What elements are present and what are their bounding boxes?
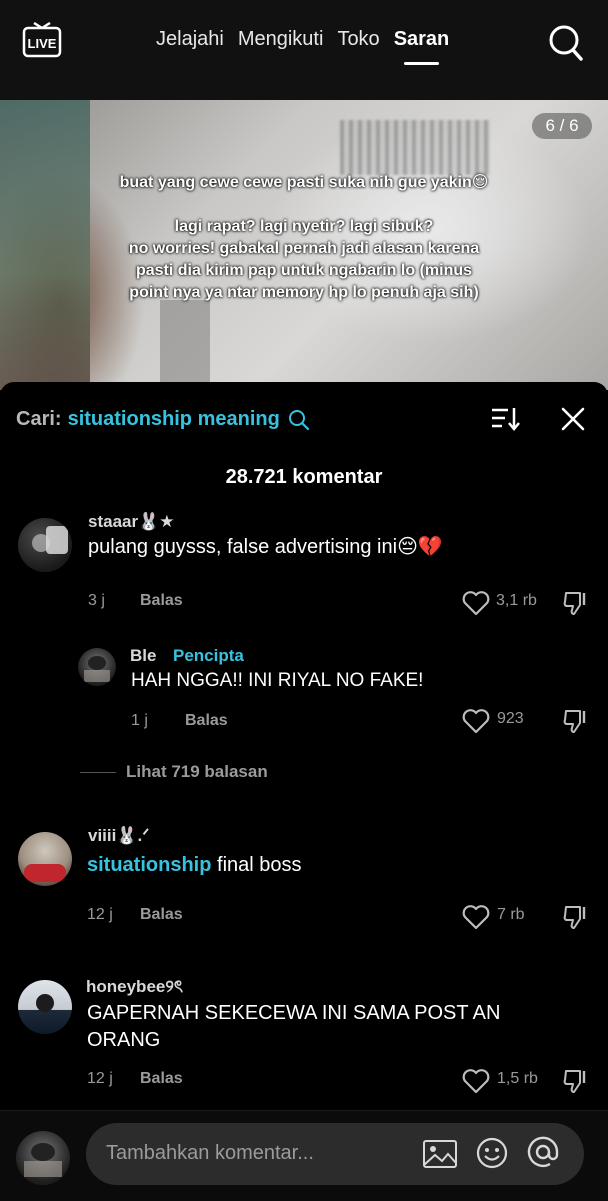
search-mini-icon[interactable] bbox=[288, 409, 310, 431]
reply-button[interactable]: Balas bbox=[140, 906, 183, 924]
tab-jelajahi[interactable]: Jelajahi bbox=[156, 28, 224, 51]
reply-button[interactable]: Balas bbox=[185, 712, 228, 730]
comment-item: viiii🐰.ᐟ situationship final boss 12 j B… bbox=[0, 826, 608, 936]
comment-text: GAPERNAH SEKECEWA INI SAMA POST AN bbox=[87, 1002, 501, 1024]
avatar[interactable] bbox=[18, 518, 72, 572]
tab-toko[interactable]: Toko bbox=[337, 28, 379, 51]
live-label: LIVE bbox=[28, 36, 57, 51]
view-replies-label: Lihat 719 balasan bbox=[126, 762, 268, 781]
heart-icon[interactable] bbox=[462, 904, 490, 930]
comment-composer-bar: Tambahkan komentar... bbox=[0, 1110, 608, 1201]
photo-panel-region bbox=[160, 300, 210, 390]
comment-item: honeybee୨ৎ GAPERNAH SEKECEWA INI SAMA PO… bbox=[0, 976, 608, 1096]
sort-icon[interactable] bbox=[490, 406, 520, 432]
dislike-icon[interactable] bbox=[562, 590, 588, 616]
tab-saran[interactable]: Saran bbox=[394, 28, 449, 65]
comment-item: staaar🐰★ pulang guysss, false advertisin… bbox=[0, 512, 608, 624]
like-count: 1,5 rb bbox=[497, 1070, 538, 1087]
live-tv-icon[interactable]: LIVE bbox=[22, 22, 62, 60]
reply-button[interactable]: Balas bbox=[140, 1070, 183, 1088]
comment-username[interactable]: honeybee୨ৎ bbox=[86, 974, 183, 1002]
caption-line: lagi rapat? lagi nyetir? lagi sibuk? bbox=[174, 218, 434, 235]
comment-time: 12 j bbox=[87, 1070, 113, 1087]
search-prefix-label: Cari: bbox=[16, 408, 62, 430]
comment-input-placeholder: Tambahkan komentar... bbox=[106, 1142, 314, 1164]
comment-search-suggestion[interactable]: Cari: situationship meaning bbox=[16, 408, 310, 431]
photo-page-counter: 6 / 6 bbox=[532, 113, 592, 139]
search-term-link[interactable]: situationship meaning bbox=[68, 408, 280, 431]
dislike-icon[interactable] bbox=[562, 1068, 588, 1094]
photo-vent-region bbox=[340, 120, 490, 175]
reply-text: HAH NGGA!! INI RIYAL NO FAKE! bbox=[131, 670, 424, 691]
reply-username[interactable]: Ble bbox=[130, 646, 156, 666]
heart-icon[interactable] bbox=[462, 708, 490, 734]
like-count: 7 rb bbox=[497, 906, 525, 923]
comments-sheet: Cari: situationship meaning 28.721 komen… bbox=[0, 382, 608, 1200]
avatar[interactable] bbox=[18, 832, 72, 886]
image-icon[interactable] bbox=[422, 1139, 458, 1169]
comment-time: 12 j bbox=[87, 906, 113, 923]
creator-badge: Pencipta bbox=[173, 646, 244, 665]
comment-count: 28.721 komentar bbox=[225, 466, 383, 488]
close-icon[interactable] bbox=[560, 406, 586, 432]
caption-line: pasti dia kirim pap untuk ngabarin lo (m… bbox=[135, 262, 473, 279]
caption-line: no worries! gabakal pernah jadi alasan k… bbox=[128, 240, 480, 257]
avatar[interactable] bbox=[78, 648, 116, 686]
tab-mengikuti[interactable]: Mengikuti bbox=[238, 28, 324, 51]
comment-text: pulang guysss, false advertising ini😔💔 bbox=[88, 536, 443, 558]
search-icon[interactable] bbox=[548, 22, 584, 62]
comment-username[interactable]: viiii🐰.ᐟ bbox=[88, 826, 149, 846]
divider bbox=[80, 771, 116, 773]
like-count: 923 bbox=[497, 710, 524, 727]
reply-time: 1 j bbox=[131, 712, 148, 729]
dislike-icon[interactable] bbox=[562, 708, 588, 734]
caption-line: point nya ya ntar memory hp lo penuh aja… bbox=[129, 284, 479, 301]
view-replies-button[interactable]: Lihat 719 balasan bbox=[80, 762, 268, 782]
dislike-icon[interactable] bbox=[562, 904, 588, 930]
mention-link[interactable]: situationship bbox=[87, 854, 211, 876]
reply-button[interactable]: Balas bbox=[140, 592, 183, 610]
reply-item: Ble Pencipta HAH NGGA!! INI RIYAL NO FAK… bbox=[0, 646, 608, 746]
heart-icon[interactable] bbox=[462, 1068, 490, 1094]
comment-username[interactable]: staaar🐰★ bbox=[88, 512, 175, 532]
feed-tabs: Jelajahi Mengikuti Toko Saran bbox=[156, 28, 449, 65]
caption-line: buat yang cewe cewe pasti suka nih gue y… bbox=[119, 174, 489, 191]
comment-text: ORANG bbox=[87, 1029, 161, 1051]
avatar[interactable] bbox=[18, 980, 72, 1034]
comment-input[interactable]: Tambahkan komentar... bbox=[86, 1123, 584, 1185]
comment-time: 3 j bbox=[88, 592, 105, 609]
comment-text-rest: final boss bbox=[211, 854, 302, 876]
user-avatar[interactable] bbox=[16, 1131, 70, 1185]
like-count: 3,1 rb bbox=[496, 592, 537, 609]
mention-at-icon[interactable] bbox=[526, 1135, 560, 1169]
heart-icon[interactable] bbox=[462, 590, 490, 616]
comment-text: situationship final boss bbox=[87, 852, 302, 879]
caption-line bbox=[70, 194, 538, 216]
top-navigation-bar: LIVE Jelajahi Mengikuti Toko Saran bbox=[0, 0, 608, 100]
post-caption: buat yang cewe cewe pasti suka nih gue y… bbox=[70, 172, 538, 304]
emoji-icon[interactable] bbox=[476, 1137, 508, 1169]
